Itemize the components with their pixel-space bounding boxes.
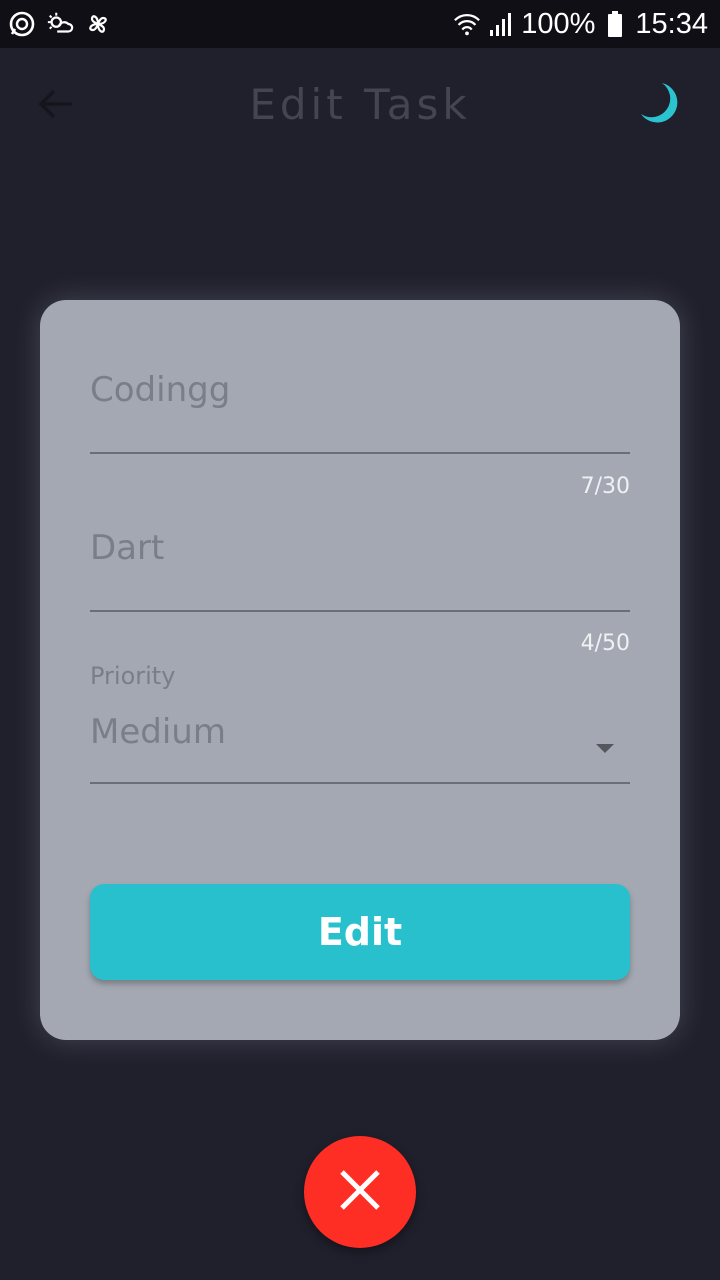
back-button[interactable] bbox=[36, 86, 76, 122]
wifi-icon bbox=[453, 10, 481, 38]
dropdown-arrow-icon bbox=[596, 744, 614, 753]
close-button[interactable] bbox=[304, 1136, 416, 1248]
description-counter: 4/50 bbox=[580, 631, 630, 656]
task-name-field[interactable]: Codingg bbox=[90, 370, 630, 456]
battery-percent: 100% bbox=[521, 7, 596, 40]
theme-toggle-button[interactable] bbox=[636, 80, 684, 128]
close-icon bbox=[338, 1168, 382, 1217]
task-name-underline bbox=[90, 452, 630, 454]
status-bar: 100% 15:34 bbox=[0, 0, 720, 48]
priority-value: Medium bbox=[90, 712, 226, 752]
task-name-value: Codingg bbox=[90, 370, 231, 410]
priority-underline bbox=[90, 782, 630, 784]
arrow-back-icon bbox=[36, 89, 76, 126]
battery-icon bbox=[601, 10, 629, 38]
task-name-counter: 7/30 bbox=[580, 474, 630, 499]
notification-icons bbox=[8, 10, 112, 38]
signal-icon bbox=[487, 10, 515, 38]
whatsapp-icon bbox=[8, 10, 36, 38]
description-field[interactable]: Dart bbox=[90, 528, 630, 614]
edit-task-card: Codingg 7/30 Dart 4/50 Priority Medium E… bbox=[40, 300, 680, 1040]
pinwheel-icon bbox=[84, 10, 112, 38]
status-time: 15:34 bbox=[635, 7, 708, 40]
page-title: Edit Task bbox=[249, 79, 471, 129]
priority-dropdown[interactable]: Priority Medium bbox=[90, 662, 630, 786]
system-icons: 100% 15:34 bbox=[453, 8, 708, 41]
priority-label: Priority bbox=[90, 662, 176, 690]
edit-button[interactable]: Edit bbox=[90, 884, 630, 980]
description-value: Dart bbox=[90, 528, 165, 568]
weather-icon bbox=[46, 10, 74, 38]
description-underline bbox=[90, 610, 630, 612]
app-bar: Edit Task bbox=[0, 48, 720, 160]
moon-icon bbox=[636, 83, 684, 132]
